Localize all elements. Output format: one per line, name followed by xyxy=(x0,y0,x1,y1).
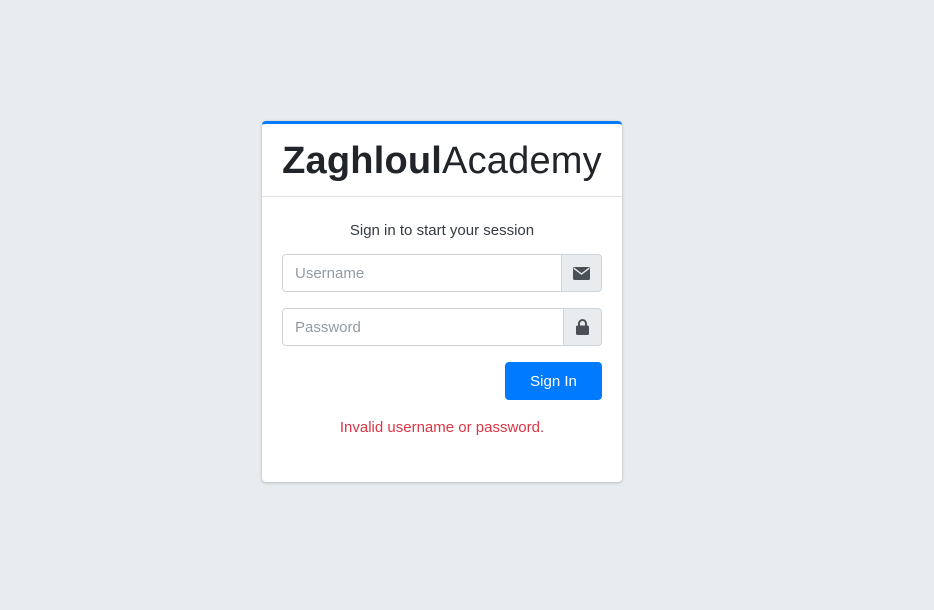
card-body: Sign in to start your session Username S… xyxy=(262,222,622,437)
brand-bold: Zaghloul xyxy=(282,140,443,182)
error-message: Invalid username or password. xyxy=(339,419,545,436)
login-card: ZaghloulAcademy Sign in to start your se… xyxy=(262,121,622,482)
password-addon xyxy=(563,308,602,346)
username-group xyxy=(282,254,602,292)
password-input[interactable] xyxy=(282,308,563,346)
card-header: ZaghloulAcademy xyxy=(262,124,622,197)
button-row: Sign In xyxy=(282,362,602,400)
brand-logo[interactable]: ZaghloulAcademy xyxy=(282,142,602,180)
username-addon xyxy=(561,254,602,292)
username-input[interactable] xyxy=(282,254,561,292)
password-group xyxy=(282,308,602,346)
sign-in-button[interactable]: Sign In xyxy=(505,362,602,400)
login-box-message: Sign in to start your session xyxy=(349,222,535,239)
envelope-icon xyxy=(573,266,590,280)
brand-light: Academy xyxy=(442,140,602,182)
lock-icon xyxy=(576,319,589,335)
